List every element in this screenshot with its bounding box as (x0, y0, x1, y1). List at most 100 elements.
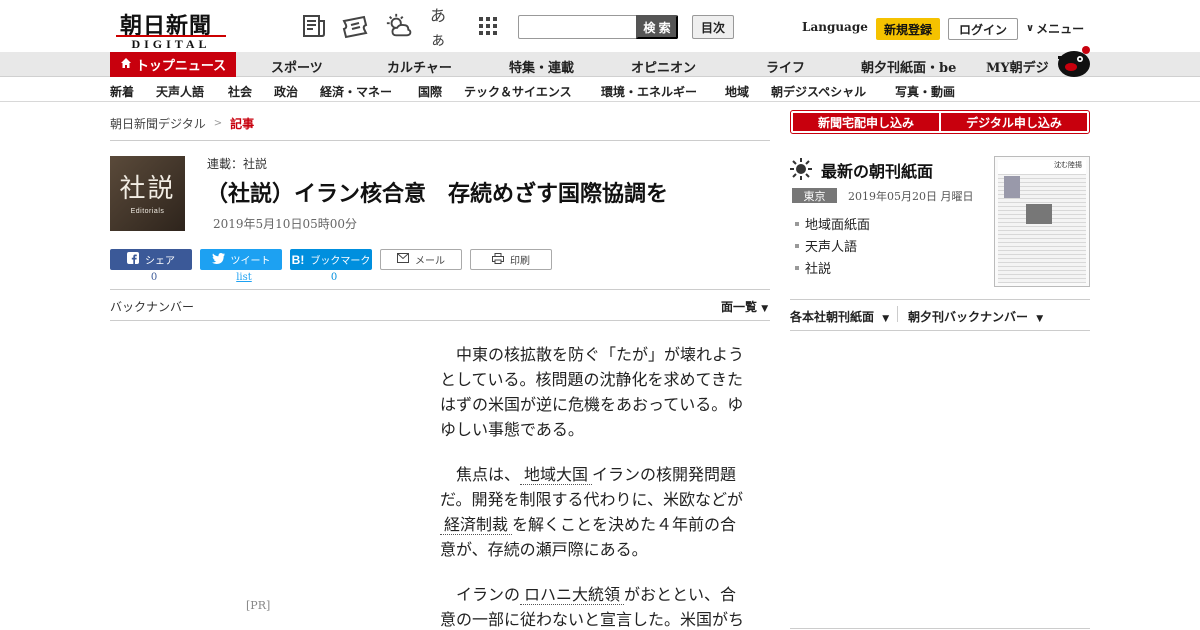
newspaper-icon[interactable] (300, 12, 328, 40)
bullet (795, 265, 799, 270)
backnumber-link[interactable]: バックナンバー (110, 298, 194, 315)
face-list-label: 面一覧 (721, 300, 758, 314)
newspaper-thumbnail[interactable]: 沈む陸揚 (994, 156, 1090, 287)
dropdown-label: 各本社朝刊紙面 (790, 310, 875, 324)
facebook-share-label: シェア (145, 256, 175, 267)
chevron-down-icon: ∨ (1026, 23, 1035, 34)
home-delivery-button[interactable]: 新聞宅配申し込み (793, 113, 939, 131)
thumbnail-subtitle: Editorials (130, 208, 165, 215)
latest-paper-date: 2019年05月20日 月曜日 (848, 190, 974, 203)
divider (790, 628, 1090, 629)
twitter-share-label: ツイート (230, 256, 271, 267)
dropdown-label: 朝夕刊バックナンバー (908, 310, 1029, 324)
nav-my-asahi[interactable]: MY朝デジ (986, 57, 1049, 76)
article-body: 中東の核拡散を防ぐ「たが」が壊れようとしている。核問題の沈静化を求めてきたはずの… (440, 342, 746, 630)
digital-subscribe-button[interactable]: デジタル申し込み (941, 113, 1087, 131)
latest-item-label: 地域面紙面 (805, 218, 871, 233)
latest-paper-title: 最新の朝刊紙面 (821, 162, 934, 181)
menu-button[interactable]: ∨ メニュー (1026, 20, 1084, 37)
keyword-link[interactable]: 経済制裁 (440, 515, 513, 535)
breadcrumb-home[interactable]: 朝日新聞デジタル (110, 115, 206, 132)
register-button[interactable]: 新規登録 (876, 18, 940, 40)
language-link[interactable]: Language (802, 20, 868, 34)
site-logo[interactable]: 朝日新聞 DIGITAL (112, 8, 230, 51)
home-icon (120, 57, 132, 73)
mascot-icon[interactable] (1054, 44, 1094, 78)
sun-icon (790, 158, 812, 184)
newspaper-photo (1026, 204, 1052, 224)
font-size-icon[interactable]: あぁ (430, 6, 458, 49)
menu-label: メニュー (1036, 22, 1085, 36)
pr-label: [PR] (246, 599, 271, 612)
nav-society[interactable]: 社会 (228, 83, 252, 100)
latest-item-region[interactable]: 地域面紙面 (795, 214, 870, 233)
mail-icon (397, 253, 409, 266)
latest-item-tenseijingo[interactable]: 天声人語 (795, 236, 857, 255)
bullet (795, 243, 799, 248)
divider (790, 330, 1090, 331)
divider (110, 289, 770, 290)
nav-paper-be[interactable]: 朝夕刊紙面・be (861, 57, 956, 76)
nav-new[interactable]: 新着 (110, 83, 134, 100)
nav-features[interactable]: 特集・連載 (509, 57, 574, 76)
regional-morning-papers-dropdown[interactable]: 各本社朝刊紙面 ▼ (790, 308, 889, 325)
nav-sports[interactable]: スポーツ (271, 57, 323, 76)
twitter-icon (211, 252, 225, 267)
editorial-thumbnail: 社説 Editorials (110, 156, 185, 231)
divider (897, 306, 898, 322)
nav-top-news[interactable]: トップニュース (110, 52, 236, 77)
paragraph: 焦点は、 地域大国 イランの核開発問題だ。開発を制限する代わりに、米欧などが経済制裁… (440, 462, 746, 562)
mail-share-button[interactable]: メール (380, 249, 462, 270)
hatena-icon: B! (291, 252, 305, 267)
hatena-share-count: 0 (330, 272, 338, 283)
keyword-link[interactable]: 地域大国 (520, 465, 593, 485)
facebook-icon (127, 252, 139, 267)
hatena-bookmark-button[interactable]: B! ブックマーク (290, 249, 372, 270)
weather-icon[interactable] (385, 12, 413, 40)
hatena-bookmark-label: ブックマーク (310, 256, 371, 267)
nav-tech-science[interactable]: テック＆サイエンス (464, 83, 572, 100)
search-input[interactable] (518, 15, 638, 39)
logo-sub-text: DIGITAL (116, 35, 226, 52)
print-button[interactable]: 印刷 (470, 249, 552, 270)
caret-down-icon: ▼ (761, 304, 769, 314)
grid-menu-icon[interactable] (474, 12, 502, 40)
paragraph-text: 中東の核拡散を防ぐ「たが」が壊れようとしている。核問題の沈静化を求めてきたはずの… (440, 345, 745, 439)
nav-life[interactable]: ライフ (766, 57, 805, 76)
breadcrumb-separator: > (213, 118, 223, 129)
face-list-dropdown[interactable]: 面一覧 ▼ (721, 298, 768, 315)
nav-environment[interactable]: 環境・エネルギー (601, 83, 697, 100)
latest-item-editorial[interactable]: 社説 (795, 258, 831, 277)
divider (110, 140, 770, 141)
facebook-share-count: 0 (150, 272, 158, 283)
newspaper-photo (1004, 176, 1020, 198)
nav-culture[interactable]: カルチャー (387, 57, 452, 76)
nav-international[interactable]: 国際 (418, 83, 442, 100)
paper-backnumber-dropdown[interactable]: 朝夕刊バックナンバー ▼ (908, 308, 1043, 325)
nav-politics[interactable]: 政治 (274, 83, 298, 100)
latest-item-label: 天声人語 (805, 240, 858, 255)
search-button[interactable]: 検 索 (636, 15, 678, 39)
newspaper-headline: 沈む陸揚 (998, 160, 1086, 174)
subscribe-box: 新聞宅配申し込み デジタル申し込み (790, 110, 1090, 134)
mail-share-label: メール (415, 256, 445, 267)
login-button[interactable]: ログイン (948, 18, 1018, 40)
nav-photo-video[interactable]: 写真・動画 (895, 83, 955, 100)
ticket-icon[interactable] (341, 12, 369, 40)
article-date: 2019年5月10日05時00分 (213, 217, 357, 231)
keyword-link[interactable]: ロハニ大統領 (520, 585, 625, 605)
nav-region[interactable]: 地域 (725, 83, 749, 100)
facebook-share-button[interactable]: シェア (110, 249, 192, 270)
paragraph-text: 焦点は、 (456, 465, 521, 484)
series-link[interactable]: 連載：社説 (207, 155, 267, 172)
paragraph-text: イランの (456, 585, 521, 604)
nav-special[interactable]: 朝デジスペシャル (771, 83, 866, 100)
nav-opinion[interactable]: オピニオン (631, 57, 696, 76)
paragraph: イランの ロハニ大統領 がおととい、合意の一部に従わないと宣言した。米国がち (440, 582, 746, 630)
toc-button[interactable]: 目次 (692, 15, 734, 39)
latest-item-label: 社説 (805, 262, 832, 277)
twitter-share-count[interactable]: list (203, 272, 285, 283)
twitter-share-button[interactable]: ツイート (200, 249, 282, 270)
nav-tenseijingo[interactable]: 天声人語 (156, 83, 204, 100)
nav-economy[interactable]: 経済・マネー (320, 83, 392, 100)
